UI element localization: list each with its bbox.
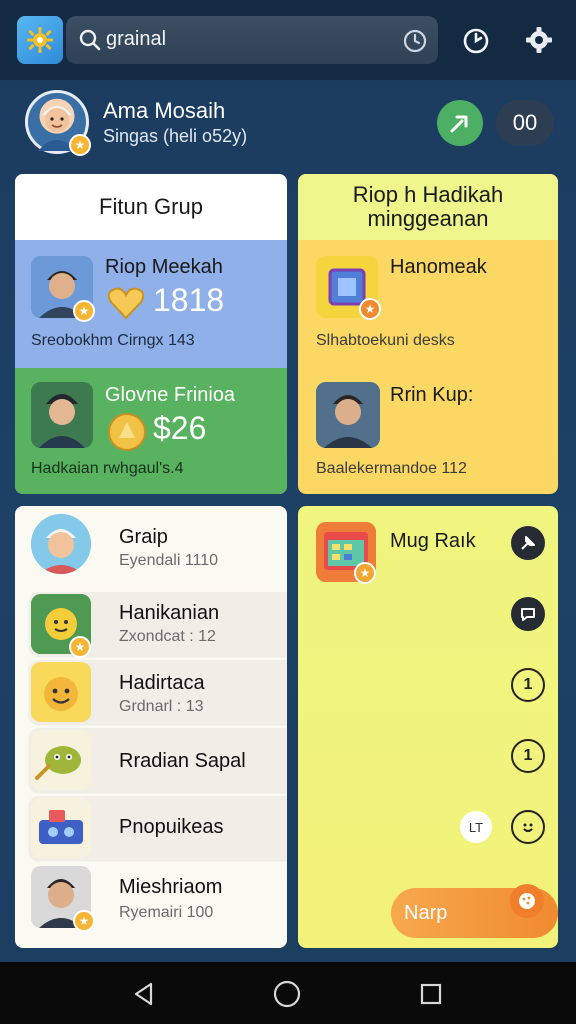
timer-icon[interactable] bbox=[456, 20, 496, 60]
history-icon[interactable] bbox=[402, 28, 428, 59]
list-item-sub: Zxondcat : 12 bbox=[119, 628, 216, 645]
list-item-sub: Ryemairi 100 bbox=[119, 904, 214, 921]
gear-icon[interactable] bbox=[519, 20, 559, 60]
count-badge[interactable]: 00 bbox=[496, 100, 554, 146]
search-bar[interactable]: grainal bbox=[66, 16, 438, 64]
weekly-item-2-title: Rrin Kup: bbox=[390, 384, 474, 406]
weekly-card-title: Riop h Hadikah minggeanan bbox=[298, 174, 558, 240]
top-bar: grainal bbox=[0, 0, 576, 80]
narp-button[interactable]: Narp bbox=[391, 884, 558, 938]
back-triangle-icon[interactable] bbox=[128, 978, 160, 1010]
list-item[interactable]: Pnopuikeas bbox=[29, 796, 287, 860]
list-item-sub: Eyendali 1110 bbox=[119, 552, 219, 569]
list-item-title: Hadirtaca bbox=[119, 672, 205, 694]
emoji-face-icon bbox=[31, 662, 91, 722]
star-badge-icon: ★ bbox=[354, 562, 376, 584]
feature-item-1-amount: 1818 bbox=[153, 282, 225, 318]
smile-icon[interactable] bbox=[511, 810, 545, 844]
feature-card-title: Fitun Grup bbox=[15, 174, 287, 240]
feature-item-1[interactable]: ★ Riop Meekah 1818 Sreobokhm Cirngx 143 bbox=[15, 240, 287, 368]
star-badge-icon: ★ bbox=[69, 636, 91, 658]
feature-item-2[interactable]: Glovne Frinioa $26 Hadkaian rwhgaul's.4 bbox=[15, 368, 287, 494]
list-item-title: Mieshriaom bbox=[119, 876, 223, 898]
profile-subtitle: Singas (heli o52y) bbox=[103, 126, 248, 146]
mini-badge[interactable]: LT bbox=[460, 811, 492, 843]
star-badge-icon: ★ bbox=[359, 298, 381, 320]
share-arrow-icon bbox=[450, 115, 468, 133]
narp-button-label: Narp bbox=[404, 902, 448, 924]
search-icon bbox=[78, 28, 102, 57]
rank-card-title: Mug Raık bbox=[390, 530, 476, 552]
weekly-item-2[interactable]: Rrin Kup: Baalekermandoe 112 bbox=[298, 368, 558, 494]
list-item[interactable]: ★ Hanikanian Zxondcat : 12 bbox=[29, 592, 287, 658]
weekly-item-1[interactable]: ★ Hanomeak Slhabtoekuni desks bbox=[298, 240, 558, 368]
list-item-sub: Grdnarl : 13 bbox=[119, 698, 204, 715]
list-item-title: Graip bbox=[119, 526, 168, 548]
list-item[interactable]: Rradian Sapal bbox=[29, 728, 287, 792]
number-one-icon[interactable]: 1 bbox=[511, 739, 545, 773]
avatar bbox=[31, 382, 93, 448]
number-one-icon[interactable]: 1 bbox=[511, 668, 545, 702]
feature-item-2-title: Glovne Frinioa bbox=[105, 384, 236, 406]
avatar bbox=[31, 514, 91, 574]
star-badge-icon: ★ bbox=[69, 134, 91, 156]
weekly-item-1-title: Hanomeak bbox=[390, 256, 487, 278]
list-card: Graip Eyendali 1110 ★ Hanikanian Zxondca… bbox=[15, 506, 287, 948]
recent-square-icon[interactable] bbox=[415, 978, 447, 1010]
rank-card: ★ Mug Raık bbox=[298, 506, 558, 948]
feature-item-1-title: Riop Meekah bbox=[105, 256, 223, 278]
creature-icon bbox=[31, 730, 91, 790]
feature-item-2-caption: Hadkaian rwhgaul's.4 bbox=[31, 460, 184, 477]
share-button[interactable] bbox=[437, 100, 483, 146]
weekly-item-1-caption: Slhabtoekuni desks bbox=[316, 332, 455, 349]
list-item-title: Pnopuikeas bbox=[119, 816, 224, 838]
list-item[interactable]: Hadirtaca Grdnarl : 13 bbox=[29, 660, 287, 724]
list-item-title: Rradian Sapal bbox=[119, 750, 246, 772]
feature-group-card: Fitun Grup ★ Riop Meekah 1818 Sreobokhm … bbox=[15, 174, 287, 494]
home-circle-icon[interactable] bbox=[271, 978, 303, 1010]
sun-gear-icon[interactable] bbox=[17, 16, 63, 64]
cookie-icon[interactable] bbox=[510, 884, 544, 918]
system-nav-bar bbox=[0, 962, 576, 1024]
feature-item-2-amount: $26 bbox=[153, 410, 207, 446]
star-badge-icon: ★ bbox=[73, 300, 95, 322]
search-input[interactable]: grainal bbox=[106, 28, 166, 51]
gold-coin-icon bbox=[107, 412, 147, 452]
list-item[interactable]: ★ Mieshriaom Ryemairi 100 bbox=[29, 864, 287, 932]
list-item[interactable]: Graip Eyendali 1110 bbox=[29, 512, 287, 576]
heart-gold-icon bbox=[107, 286, 145, 320]
profile-name: Ama Mosaih bbox=[103, 98, 226, 123]
weekly-item-2-caption: Baalekermandoe 112 bbox=[316, 460, 467, 477]
feature-item-1-caption: Sreobokhm Cirngx 143 bbox=[31, 332, 195, 349]
pin-icon[interactable] bbox=[511, 526, 545, 560]
list-item-title: Hanikanian bbox=[119, 602, 220, 624]
weekly-card: Riop h Hadikah minggeanan ★ Hanomeak Slh… bbox=[298, 174, 558, 494]
robot-toy-icon bbox=[31, 798, 91, 858]
avatar bbox=[316, 382, 380, 448]
chat-icon[interactable] bbox=[511, 597, 545, 631]
star-badge-icon: ★ bbox=[73, 910, 95, 932]
